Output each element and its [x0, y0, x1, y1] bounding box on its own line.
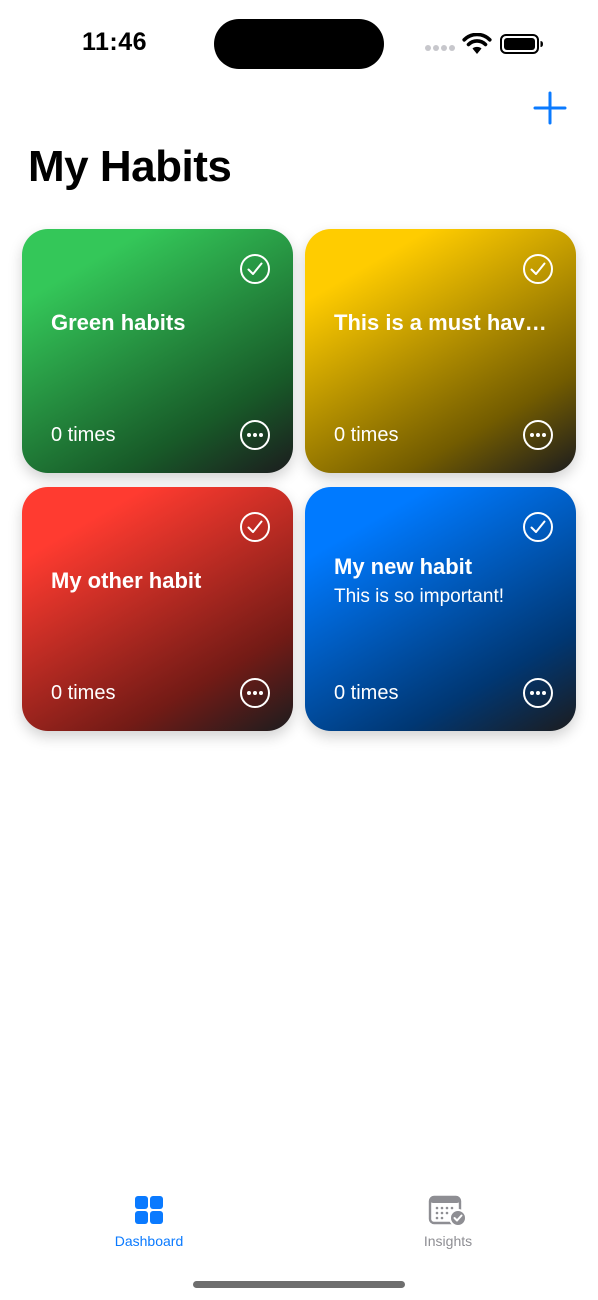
page-title: My Habits [28, 142, 232, 191]
habit-subtitle: This is so important! [334, 586, 504, 607]
habit-title: My new habit [334, 554, 473, 579]
more-options-icon[interactable] [522, 677, 554, 709]
habit-card[interactable]: This is a must have habit 0 times [305, 229, 576, 473]
add-habit-button[interactable] [530, 88, 570, 128]
tab-dashboard[interactable]: Dashboard [79, 1195, 219, 1249]
more-options-icon[interactable] [239, 419, 271, 451]
plus-icon [533, 91, 567, 125]
home-indicator [193, 1281, 405, 1288]
habit-title: This is a must have habit [334, 310, 554, 335]
habit-title: My other habit [51, 568, 202, 593]
tab-label: Insights [423, 1233, 473, 1249]
more-options-icon[interactable] [522, 419, 554, 451]
habit-count: 0 times [334, 424, 399, 446]
status-time: 11:46 [82, 28, 148, 56]
habit-title: Green habits [51, 310, 186, 335]
tab-label: Dashboard [114, 1233, 184, 1249]
habit-card[interactable]: My other habit 0 times [22, 487, 293, 731]
signal-icon [425, 45, 455, 51]
more-options-icon[interactable] [239, 677, 271, 709]
calendar-check-icon [428, 1195, 467, 1227]
habit-card[interactable]: My new habit This is so important! 0 tim… [305, 487, 576, 731]
dynamic-island [214, 19, 384, 69]
habits-grid: Green habits 0 times This is a must have… [22, 229, 576, 731]
tab-insights[interactable]: Insights [378, 1195, 518, 1249]
habit-card[interactable]: Green habits 0 times [22, 229, 293, 473]
habit-count: 0 times [51, 424, 116, 446]
habit-count: 0 times [334, 682, 399, 704]
wifi-icon [462, 33, 492, 54]
screen: 11:46 My Habits Green habits 0 times Thi… [0, 0, 598, 1300]
grid-icon [135, 1196, 163, 1224]
battery-icon [500, 34, 543, 54]
habit-count: 0 times [51, 682, 116, 704]
